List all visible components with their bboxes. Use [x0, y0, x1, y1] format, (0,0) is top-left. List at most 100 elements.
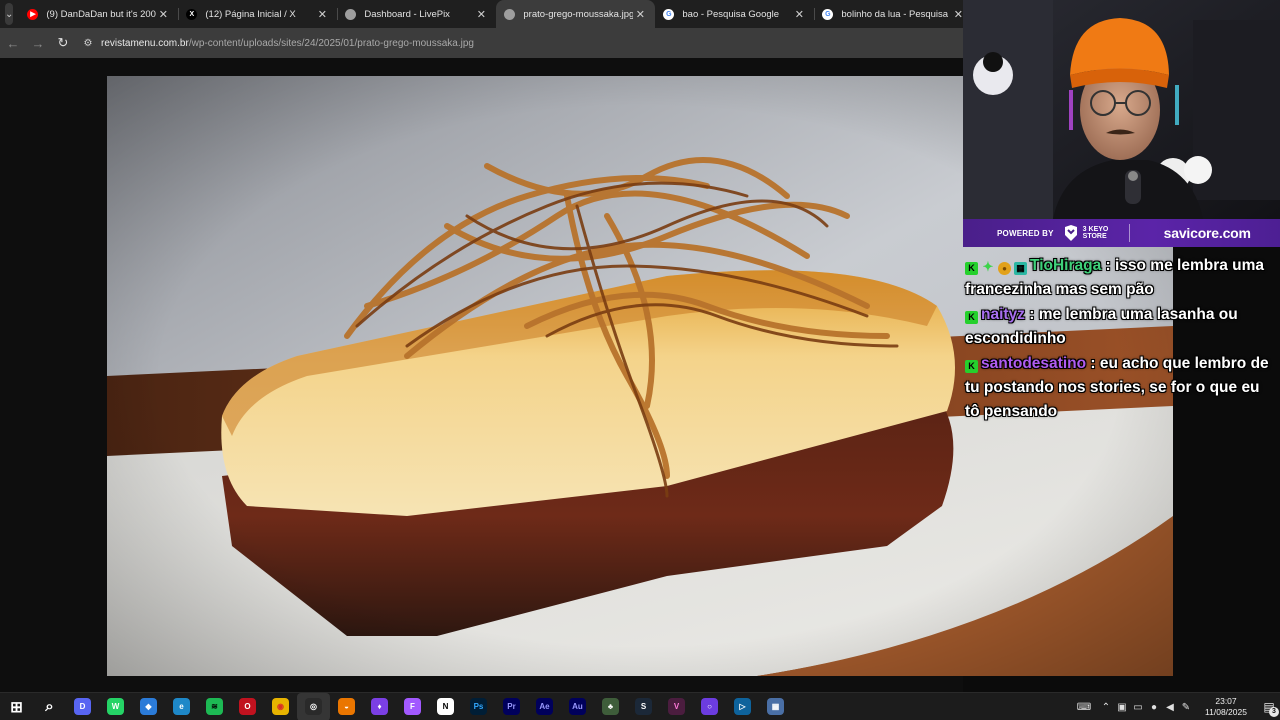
pen-icon[interactable]: ✎: [1178, 693, 1194, 720]
microphone-icon[interactable]: ●: [1146, 693, 1162, 720]
coin-badge-icon: ●: [998, 262, 1011, 275]
tab-search-button[interactable]: ⌄: [5, 3, 14, 25]
browser-tab[interactable]: Dashboard - LivePix ✕: [337, 0, 496, 28]
chat-separator: :: [1024, 306, 1039, 323]
display-icon[interactable]: ▭: [1130, 693, 1146, 720]
browser-tab-strip: ⌄ ▶(9) DanDaDan but it's 2000s | R✕ X (12)…: [0, 0, 963, 28]
desktop: ⌄ ▶(9) DanDaDan but it's 2000s | R✕ X (12)…: [0, 0, 1280, 720]
chat-message: K ✦ ● ▦ TioHiraga : isso me lembra uma franc…: [963, 254, 1275, 302]
youtube-icon: ▶: [27, 8, 39, 20]
discord-icon: D: [74, 698, 91, 715]
vegas-icon: V: [668, 698, 685, 715]
taskbar-app[interactable]: ⌕: [33, 693, 66, 720]
taskbar-app[interactable]: W: [99, 693, 132, 720]
browser-tab[interactable]: ▶ (9) DanDaDan but it's 2000s | R✕: [19, 0, 178, 28]
spotify-icon: ≋: [206, 698, 223, 715]
windows-start-icon: ⊞: [10, 698, 23, 716]
taskbar-app[interactable]: ≋: [198, 693, 231, 720]
forward-button[interactable]: →: [26, 31, 50, 55]
steam-icon: S: [635, 698, 652, 715]
notification-count: 3: [1269, 707, 1279, 717]
taskbar-app[interactable]: O: [231, 693, 264, 720]
vscode-icon: ▷: [734, 698, 751, 715]
k-badge-icon: K: [965, 262, 978, 275]
figma-icon: F: [404, 698, 421, 715]
sponsor-brand: 3 KEYO STORE: [1082, 226, 1109, 240]
browser-tab[interactable]: Gbolinho da lua - Pesquisa Goog✕: [814, 0, 973, 28]
globe-icon: [345, 8, 357, 20]
close-icon[interactable]: ✕: [156, 8, 170, 21]
close-icon[interactable]: ✕: [474, 8, 488, 21]
tab-title: (12) Página Inicial / X: [205, 8, 296, 20]
browser-tab[interactable]: Gbao - Pesquisa Google ✕: [655, 0, 814, 28]
after-effects-icon: Ae: [536, 698, 553, 715]
device-icon[interactable]: ▣: [1114, 693, 1130, 720]
taskbar-app[interactable]: Ps: [462, 693, 495, 720]
chat-message: Ksantodesatino : eu acho que lembro de t…: [963, 352, 1275, 424]
taskbar-app[interactable]: F: [396, 693, 429, 720]
globe-icon: [504, 8, 516, 20]
tab-title: Dashboard - LivePix: [364, 8, 450, 20]
blender-icon: ◒: [338, 698, 355, 715]
sponsor-banner: POWERED BY 3 KEYO STORE savicore.com: [963, 219, 1280, 247]
powered-by-label: POWERED BY: [997, 228, 1054, 238]
clock[interactable]: 23:07 11/08/2025: [1198, 696, 1254, 718]
arrow-right-icon: →: [31, 35, 45, 51]
taskbar-app[interactable]: S: [627, 693, 660, 720]
opera-icon: O: [239, 698, 256, 715]
site-info-icon[interactable]: ⚙: [79, 34, 97, 52]
taskbar-app[interactable]: ▷: [726, 693, 759, 720]
edge-icon: e: [173, 698, 190, 715]
taskbar-app[interactable]: ◎: [297, 692, 330, 720]
notification-button[interactable]: ▤ 3: [1258, 693, 1280, 720]
chat-username: TioHiraga: [1030, 257, 1102, 274]
chevron-down-icon: ⌄: [5, 8, 14, 20]
reload-icon: ↻: [57, 35, 69, 50]
browser-tab[interactable]: X (12) Página Inicial / X ✕: [178, 0, 337, 28]
taskbar: ⊞ ⌕ D W ◆ e ≋ O ◉ ◎ ◒ ♦ F N Ps Pr Ae Au ♣ S V ○ ▷ ▦ ⌨ ⌃ ▣ ▭ ● ◀…: [0, 692, 1280, 720]
arrow-left-icon: ←: [6, 35, 20, 51]
clock-time: 23:07: [1215, 696, 1237, 706]
sponsor-site: savicore.com: [1163, 225, 1251, 241]
taskbar-app[interactable]: ◒: [330, 693, 363, 720]
chrome-icon: ◉: [272, 698, 289, 715]
volume-icon[interactable]: ◀: [1162, 693, 1178, 720]
chevron-up-icon[interactable]: ⌃: [1098, 693, 1114, 720]
chat-text: isso me lembra uma francezinha mas sem p…: [965, 257, 1265, 298]
taskbar-app[interactable]: ○: [693, 693, 726, 720]
app-game-icon: ♣: [602, 698, 619, 715]
taskbar-app[interactable]: ▦: [759, 693, 792, 720]
taskbar-app[interactable]: ♦: [363, 693, 396, 720]
address-bar[interactable]: ⚙ revistamenu.com.br/wp-content/uploads/…: [79, 31, 963, 55]
taskbar-app[interactable]: ◉: [264, 693, 297, 720]
browser-tab[interactable]: prato-grego-moussaka.jpg (16✕: [496, 0, 656, 28]
taskbar-app[interactable]: e: [165, 693, 198, 720]
taskbar-app[interactable]: Pr: [495, 693, 528, 720]
taskbar-app[interactable]: V: [660, 693, 693, 720]
calculator-icon: ▦: [767, 698, 784, 715]
taskbar-app[interactable]: ⊞: [0, 693, 33, 720]
webcam-overlay: [963, 0, 1280, 219]
back-button[interactable]: ←: [1, 31, 25, 55]
close-icon[interactable]: ✕: [792, 8, 806, 21]
taskbar-app[interactable]: ♣: [594, 693, 627, 720]
taskbar-app[interactable]: D: [66, 693, 99, 720]
x-icon: X: [186, 8, 198, 20]
taskbar-app[interactable]: Ae: [528, 693, 561, 720]
chat-overlay: K ✦ ● ▦ TioHiraga : isso me lembra uma franc…: [963, 254, 1275, 425]
k-badge-icon: K: [965, 360, 978, 373]
taskbar-app[interactable]: N: [429, 693, 462, 720]
keyboard-layout-icon[interactable]: ⌨: [1070, 693, 1098, 720]
tab-title: bolinho da lua - Pesquisa Goog: [841, 8, 951, 20]
browser-toolbar: ← → ↻ ⚙ revistamenu.com.br/wp-content/up…: [0, 28, 963, 58]
taskbar-app[interactable]: ◆: [132, 693, 165, 720]
sponsor-divider: [1128, 224, 1130, 242]
tile-badge-icon: ▦: [1014, 262, 1027, 275]
chat-message: Knaityz : me lembra uma lasanha ou escon…: [963, 303, 1275, 351]
taskbar-app[interactable]: Au: [561, 693, 594, 720]
url-host: revistamenu.com.br: [101, 37, 189, 49]
close-icon[interactable]: ✕: [633, 8, 647, 21]
url-path: /wp-content/uploads/sites/24/2025/01/pra…: [188, 37, 474, 49]
reload-button[interactable]: ↻: [51, 31, 75, 55]
close-icon[interactable]: ✕: [315, 8, 329, 21]
